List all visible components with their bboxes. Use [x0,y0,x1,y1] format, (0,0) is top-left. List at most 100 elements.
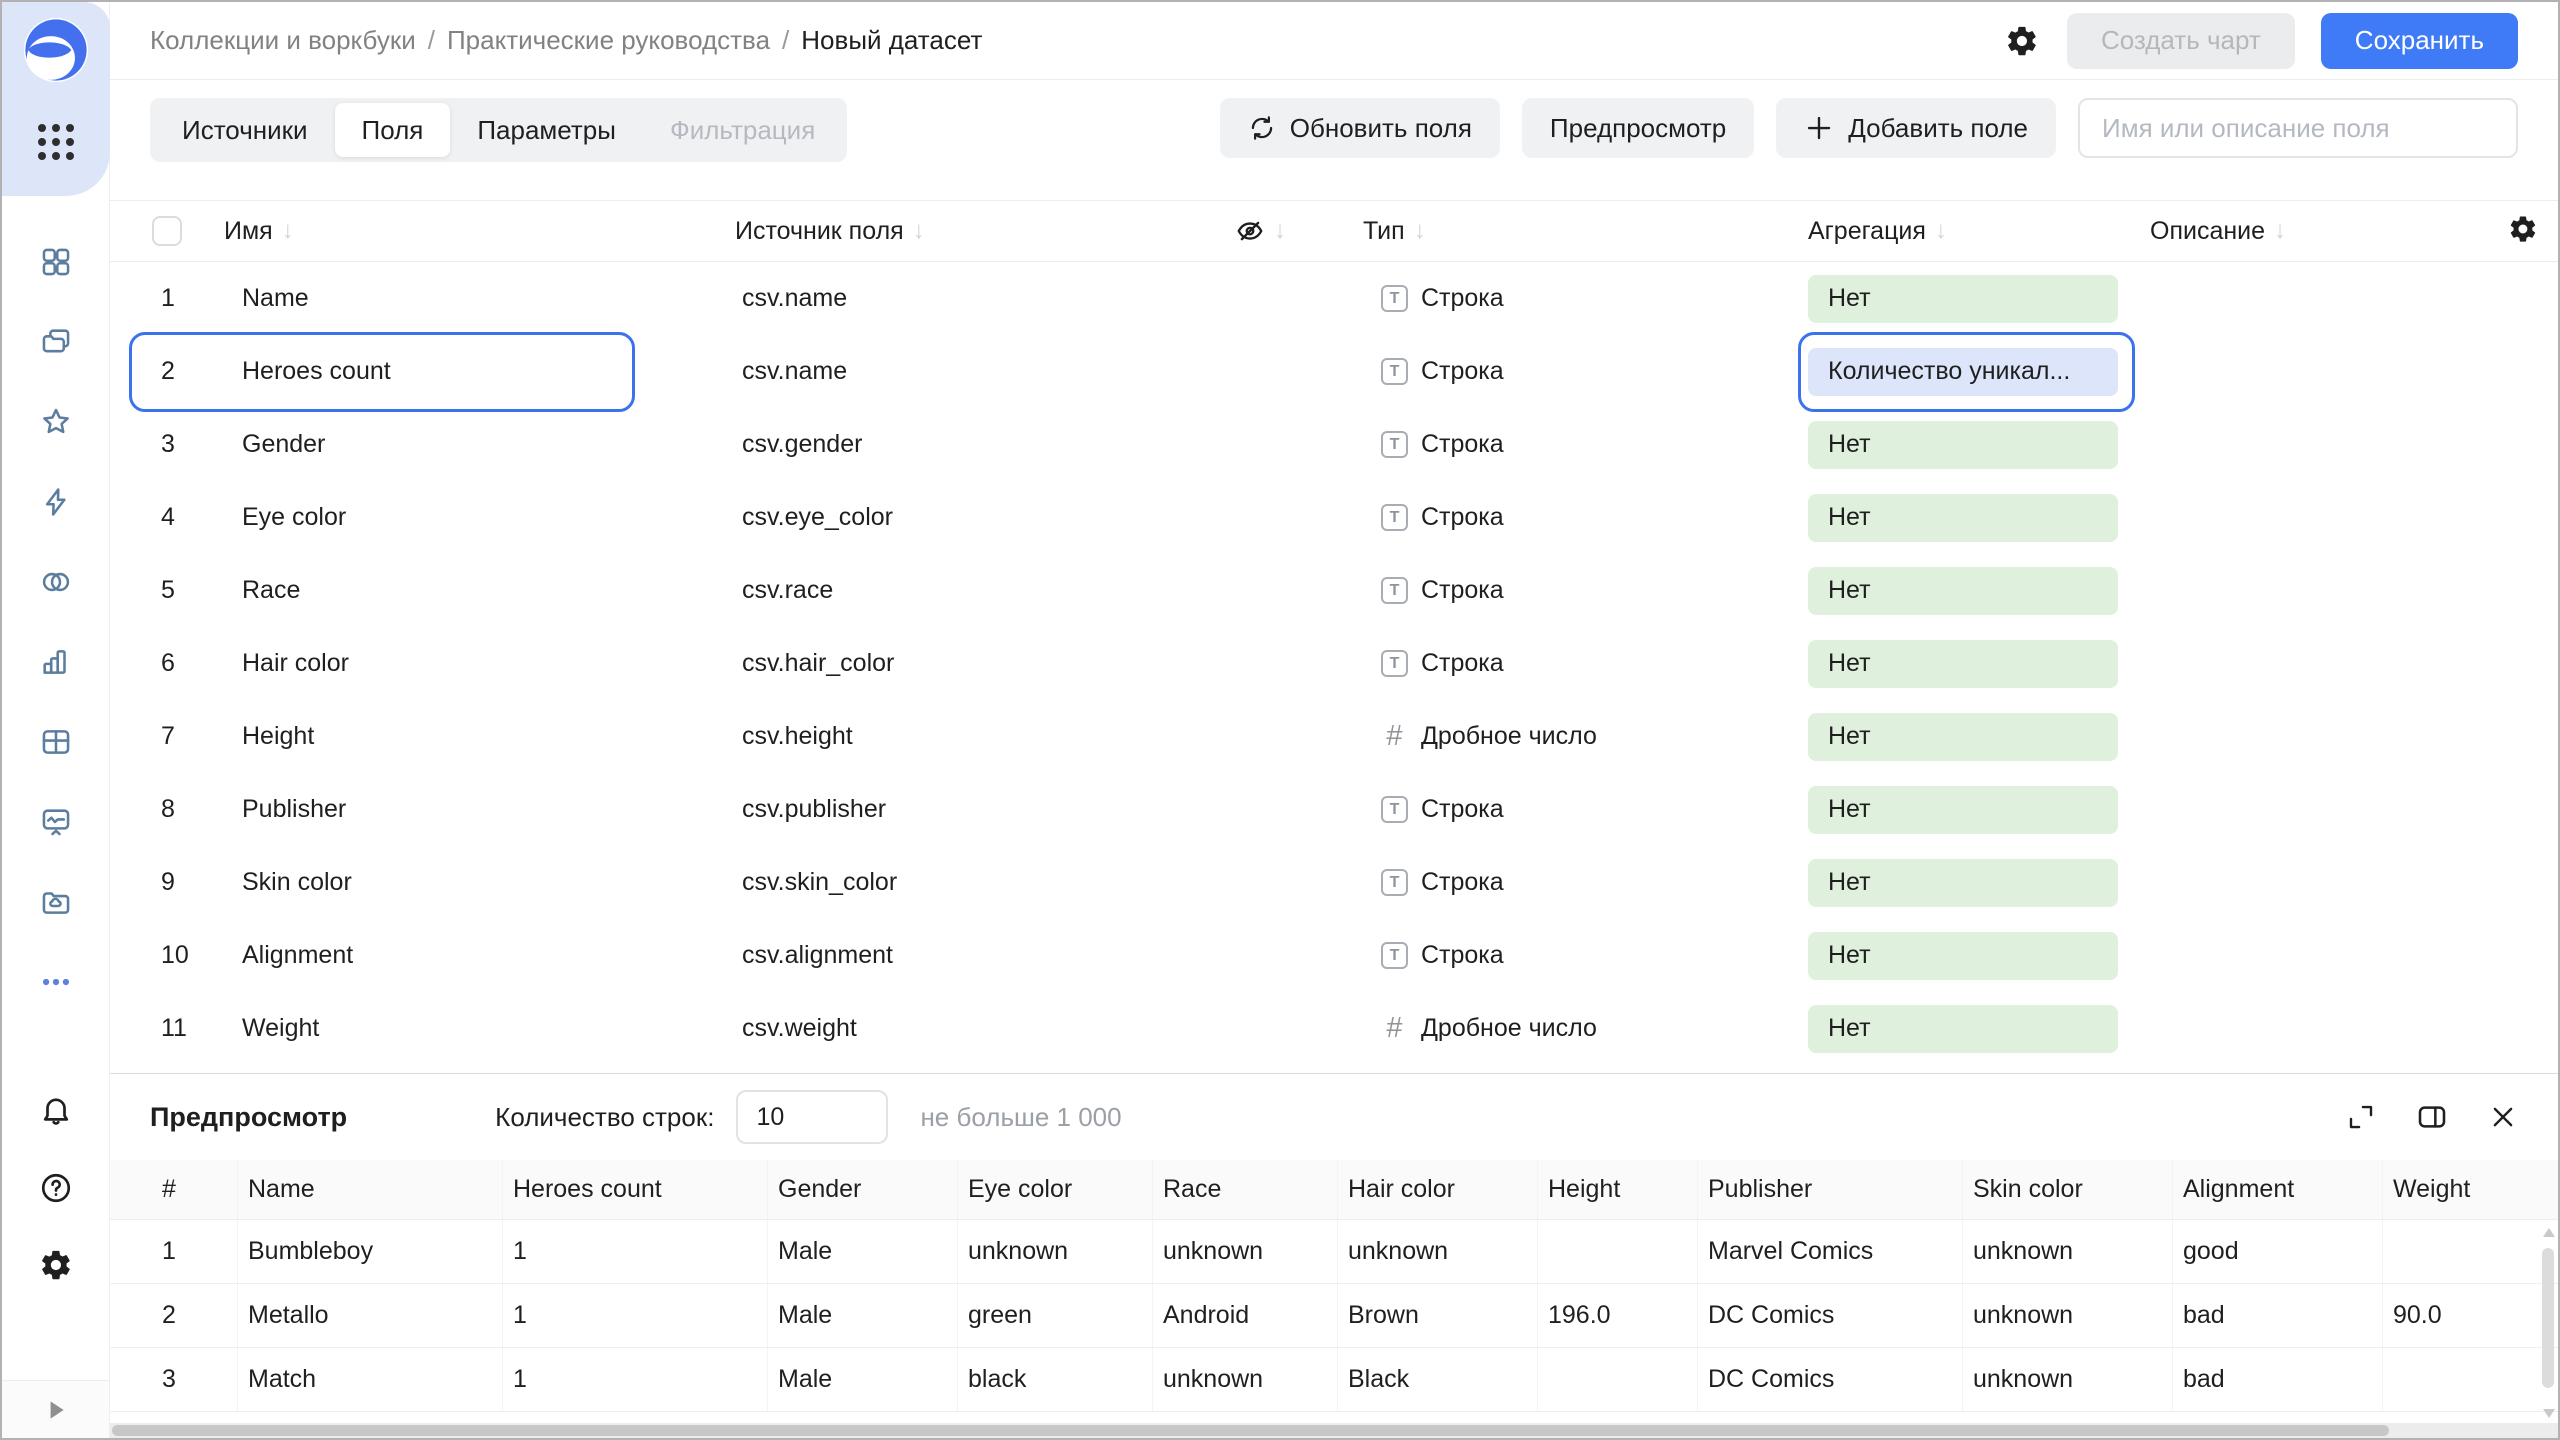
field-row-10: 10 Alignment csv.alignment TСтрока Нет [110,919,2558,992]
sidebar-item-notifications[interactable] [37,1091,75,1129]
preview-row-2: 2 Metallo 1 Male green Android Brown 196… [110,1284,2558,1348]
expand-sidebar-icon[interactable] [43,1397,69,1423]
aggregation-select[interactable]: Нет [1808,494,2118,542]
field-name[interactable]: Publisher [224,795,735,824]
aggregation-select[interactable]: Нет [1808,786,2118,834]
preview-col-publisher: Publisher [1697,1160,1962,1219]
datalens-dataset-editor: Коллекции и воркбуки / Практические руко… [0,0,2560,1440]
sort-arrow-icon[interactable]: ↓ [1414,217,1426,245]
string-type-icon: T [1381,796,1408,823]
sort-arrow-icon[interactable]: ↓ [1935,217,1947,245]
cell: Match [237,1348,502,1411]
field-name[interactable]: Height [224,722,735,751]
field-search-input[interactable] [2078,98,2518,158]
cell: unknown [1337,1220,1537,1283]
sort-arrow-icon[interactable]: ↓ [2274,217,2286,245]
aggregation-select[interactable]: Нет [1808,421,2118,469]
tab-parameters[interactable]: Параметры [450,103,643,157]
refresh-fields-button[interactable]: Обновить поля [1220,98,1500,158]
preview-horizontal-scrollbar[interactable] [110,1423,2558,1438]
sidebar-item-settings[interactable] [37,1246,75,1284]
sidebar-item-tables[interactable] [37,723,75,761]
field-type-label: Дробное число [1421,1014,1597,1043]
preview-toggle-button[interactable]: Предпросмотр [1522,98,1754,158]
select-all-checkbox[interactable] [152,216,182,246]
sidebar-item-quick-actions[interactable] [37,483,75,521]
sidebar-item-favorites[interactable] [37,403,75,441]
field-source: csv.hair_color [735,649,1235,678]
eye-off-icon[interactable] [1235,216,1265,246]
field-name[interactable]: Skin color [224,868,735,897]
folder-cloud-icon [39,885,73,919]
breadcrumb-workbook[interactable]: Практические руководства [447,25,770,56]
field-type[interactable]: TСтрока [1363,941,1808,970]
field-type[interactable]: TСтрока [1363,795,1808,824]
row-number: 8 [152,795,224,824]
field-type[interactable]: TСтрока [1363,649,1808,678]
field-name[interactable]: Eye color [224,503,735,532]
field-type[interactable]: TСтрока [1363,503,1808,532]
sort-arrow-icon[interactable]: ↓ [282,217,294,245]
field-type[interactable]: # Дробное число [1363,1014,1808,1043]
top-bar: Коллекции и воркбуки / Практические руко… [110,2,2558,80]
sidebar-item-charts[interactable] [37,643,75,681]
sidebar-item-more[interactable] [37,963,75,1001]
field-name[interactable]: Weight [224,1014,735,1043]
sidebar-item-help[interactable] [37,1169,75,1207]
field-type-label: Строка [1421,941,1504,970]
expand-preview-icon[interactable] [2346,1102,2376,1132]
dataset-settings-button[interactable] [2003,22,2041,60]
sidebar-item-relations[interactable] [37,563,75,601]
sort-arrow-icon[interactable]: ↓ [1274,217,1286,245]
field-name[interactable]: Hair color [224,649,735,678]
sidebar-item-storage[interactable] [37,883,75,921]
add-field-label: Добавить поле [1848,113,2028,144]
field-name[interactable]: Alignment [224,941,735,970]
aggregation-select[interactable]: Нет [1808,713,2118,761]
tab-fields[interactable]: Поля [335,103,451,157]
aggregation-select[interactable]: Нет [1808,859,2118,907]
preview-col-eye-color: Eye color [957,1160,1152,1219]
create-chart-button[interactable]: Создать чарт [2067,13,2295,69]
field-name[interactable]: Name [224,284,735,313]
aggregation-select[interactable]: Нет [1808,275,2118,323]
field-type[interactable]: TСтрока [1363,576,1808,605]
field-type[interactable]: TСтрока [1363,868,1808,897]
field-name[interactable]: Heroes count [224,357,735,386]
sidebar-item-monitoring[interactable] [37,803,75,841]
number-type-icon: # [1381,1015,1408,1042]
scroll-down-arrow-icon[interactable] [2543,1409,2555,1418]
close-preview-icon[interactable] [2488,1102,2518,1132]
field-type[interactable]: #Дробное число [1363,722,1808,751]
apps-grid-icon[interactable] [38,124,74,160]
rows-count-input[interactable] [736,1090,888,1144]
scroll-up-arrow-icon[interactable] [2543,1228,2555,1237]
field-type[interactable]: TСтрока [1363,430,1808,459]
field-type[interactable]: TСтрока [1363,284,1808,313]
scrollbar-thumb[interactable] [2542,1248,2554,1388]
split-panel-icon[interactable] [2416,1101,2448,1133]
sidebar-item-collections[interactable] [37,323,75,361]
field-name[interactable]: Gender [224,430,735,459]
field-source: csv.name [735,284,1235,313]
field-name[interactable]: Race [224,576,735,605]
tab-filtering[interactable]: Фильтрация [643,103,842,157]
sidebar-item-dashboards[interactable] [37,243,75,281]
field-type[interactable]: TСтрока [1363,357,1808,386]
breadcrumb-collections[interactable]: Коллекции и воркбуки [150,25,416,56]
preview-vertical-scrollbar[interactable] [2541,1162,2555,1420]
column-aggregation-label: Агрегация [1808,217,1926,246]
cell: Male [767,1220,957,1283]
add-field-button[interactable]: Добавить поле [1776,98,2056,158]
save-button[interactable]: Сохранить [2321,13,2518,69]
sort-arrow-icon[interactable]: ↓ [913,217,925,245]
gear-icon[interactable] [2508,214,2538,244]
scrollbar-thumb[interactable] [112,1425,2389,1436]
aggregation-select[interactable]: Количество уникал... [1808,348,2118,396]
aggregation-select[interactable]: Нет [1808,640,2118,688]
datalens-logo[interactable] [21,15,91,85]
aggregation-select[interactable]: Нет [1808,932,2118,980]
tab-sources[interactable]: Источники [155,103,335,157]
aggregation-select[interactable]: Нет [1808,567,2118,615]
aggregation-select[interactable]: Нет [1808,1005,2118,1053]
